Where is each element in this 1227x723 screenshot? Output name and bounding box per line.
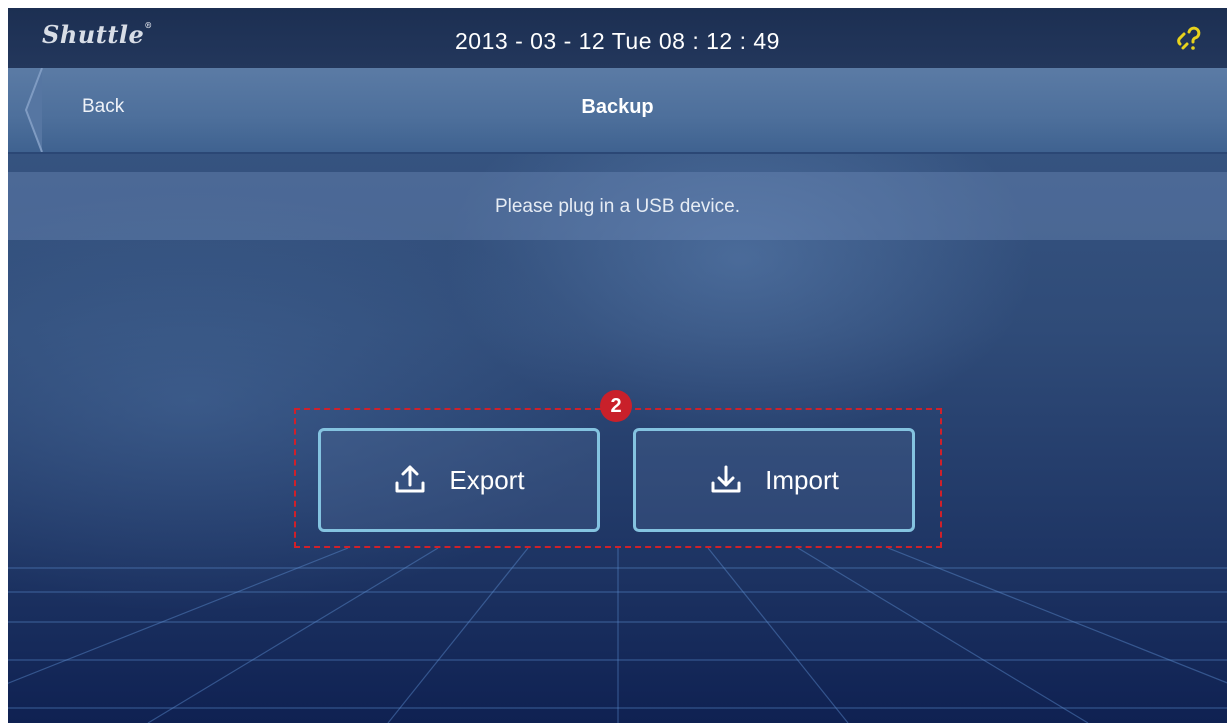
message-banner: Please plug in a USB device. (8, 172, 1227, 240)
callout-highlight-box (294, 408, 942, 548)
navigation-bar: Back Backup (8, 68, 1227, 154)
callout-number-badge: 2 (600, 390, 632, 422)
grid-floor-background (8, 548, 1227, 723)
app-screen: Shuttle® 2013 - 03 - 12 Tue 08 : 12 : 49… (8, 8, 1227, 723)
link-help-icon[interactable] (1174, 24, 1204, 54)
datetime-display: 2013 - 03 - 12 Tue 08 : 12 : 49 (455, 28, 780, 54)
page-title: Backup (581, 96, 654, 118)
top-status-bar: Shuttle® 2013 - 03 - 12 Tue 08 : 12 : 49 (8, 8, 1227, 68)
usb-prompt-message: Please plug in a USB device. (494, 196, 741, 217)
